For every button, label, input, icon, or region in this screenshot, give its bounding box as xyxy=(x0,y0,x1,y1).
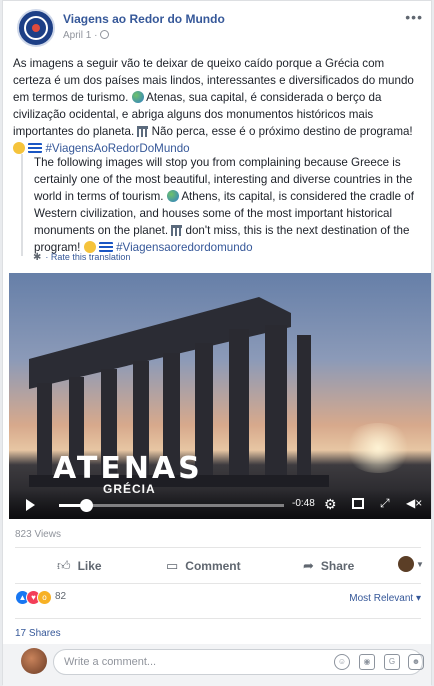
rate-translation[interactable]: ✱ · Rate this translation xyxy=(33,252,130,263)
avatar-dot xyxy=(32,24,40,32)
viewer-avatar[interactable] xyxy=(398,556,414,572)
user-avatar xyxy=(21,648,47,674)
temple-emoji-icon xyxy=(137,126,149,137)
sun-glow xyxy=(343,423,413,473)
video-title: ATENAS xyxy=(53,451,203,486)
page-avatar[interactable] xyxy=(17,9,55,47)
comment-button[interactable]: ▭ Comment xyxy=(166,558,241,574)
post-card: Viagens ao Redor do Mundo April 1 · ••• … xyxy=(2,0,432,686)
earth-emoji-icon xyxy=(166,190,179,202)
comment-placeholder: Write a comment... xyxy=(64,656,157,668)
share-arrow-icon: ➦ xyxy=(303,558,314,573)
picture-in-picture-icon[interactable] xyxy=(352,498,364,509)
like-label: Like xyxy=(77,559,102,573)
thumbs-up-icon: 👍︎ xyxy=(57,558,71,573)
wow-reaction-icon: o xyxy=(37,590,52,605)
post-text: As imagens a seguir vão te deixar de que… xyxy=(13,55,423,157)
post-date-text: April 1 · xyxy=(63,30,98,41)
comment-label: Comment xyxy=(185,559,241,573)
greek-flag-emoji-icon xyxy=(98,242,113,252)
shares-link[interactable]: 17 Shares xyxy=(15,628,61,639)
share-label: Share xyxy=(320,559,355,573)
speech-bubble-icon: ▭ xyxy=(166,558,179,573)
like-button[interactable]: 👍︎ Like xyxy=(57,558,102,574)
post-text-pt-3: Não perca, esse é o próximo destino de p… xyxy=(151,125,413,138)
reaction-count: 82 xyxy=(55,591,67,602)
action-bar: 👍︎ Like ▭ Comment ➦ Share ▼ xyxy=(15,554,424,578)
rate-translation-label: · Rate this translation xyxy=(45,252,131,262)
temple-emoji-icon xyxy=(171,225,183,236)
progress-bar[interactable] xyxy=(59,499,284,512)
globe-icon xyxy=(100,30,110,39)
chevron-down-icon[interactable]: ▼ xyxy=(416,560,424,569)
comment-input[interactable]: Write a comment... ☺ ◉ G ☻ xyxy=(53,649,424,675)
fullscreen-icon[interactable]: ⤢ xyxy=(380,496,390,511)
settings-gear-icon[interactable]: ⚙ xyxy=(324,496,337,513)
page-name-link[interactable]: Viagens ao Redor do Mundo xyxy=(63,12,225,26)
hashtag-link-en[interactable]: #Viagensaoredordomundo xyxy=(116,241,252,254)
progress-scrubber[interactable] xyxy=(80,499,93,512)
divider xyxy=(15,583,421,584)
gear-icon: ✱ xyxy=(33,252,42,263)
play-icon[interactable] xyxy=(26,499,35,511)
earth-emoji-icon xyxy=(131,91,144,103)
post-date[interactable]: April 1 · xyxy=(63,30,110,41)
divider xyxy=(15,547,421,548)
video-player[interactable]: ATENAS GRÉCIA -0:48 ⚙ ⤢ ◀× xyxy=(9,273,431,519)
time-remaining: -0:48 xyxy=(292,498,315,509)
post-header: Viagens ao Redor do Mundo April 1 · ••• xyxy=(17,9,427,49)
camera-icon[interactable]: ◉ xyxy=(359,654,375,670)
divider xyxy=(15,618,421,619)
emoji-icon[interactable]: ☺ xyxy=(334,654,350,670)
translation-block: The following images will stop you from … xyxy=(21,154,423,256)
comment-composer: Write a comment... ☺ ◉ G ☻ xyxy=(3,644,431,686)
share-button[interactable]: ➦ Share xyxy=(303,558,354,574)
more-options-button[interactable]: ••• xyxy=(405,9,423,25)
video-controls: -0:48 ⚙ ⤢ ◀× xyxy=(9,489,431,519)
sort-comments-dropdown[interactable]: Most Relevant ▾ xyxy=(349,593,421,604)
sticker-icon[interactable]: ☻ xyxy=(408,654,424,670)
volume-icon[interactable]: ◀× xyxy=(406,496,422,510)
gif-icon[interactable]: G xyxy=(384,654,400,670)
greek-flag-emoji-icon xyxy=(28,143,43,153)
smile-emoji-icon xyxy=(13,142,25,154)
view-count: 823 Views xyxy=(15,529,61,540)
